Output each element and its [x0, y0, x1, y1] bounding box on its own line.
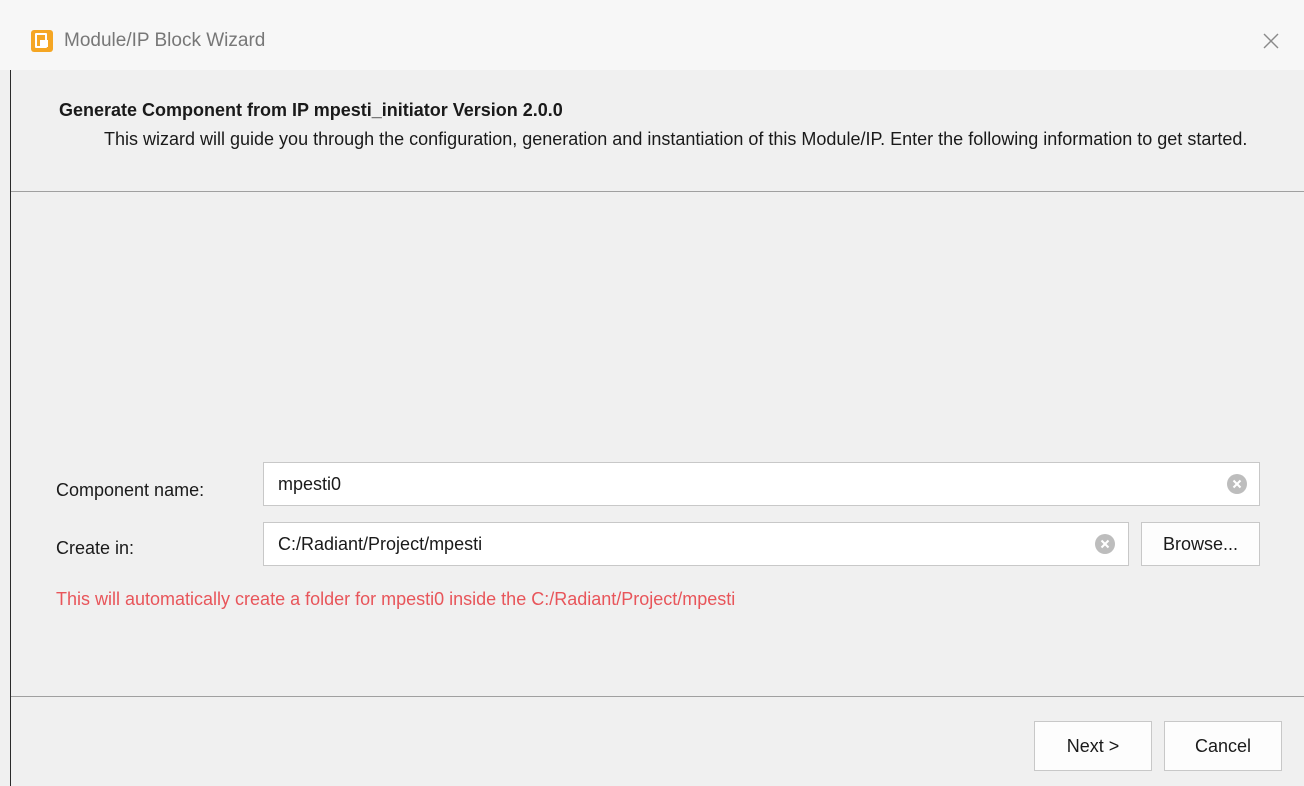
next-button[interactable]: Next >: [1034, 721, 1152, 771]
component-name-input[interactable]: [278, 463, 1208, 505]
close-icon[interactable]: [1256, 26, 1286, 56]
wizard-body: Component name: Create in: Browse... Th: [11, 192, 1304, 697]
create-in-field: [263, 522, 1129, 566]
cancel-button[interactable]: Cancel: [1164, 721, 1282, 771]
folder-info-message: This will automatically create a folder …: [56, 589, 736, 609]
wizard-footer: Next > Cancel: [11, 697, 1304, 786]
create-in-input[interactable]: [278, 523, 1078, 565]
radiant-logo-icon: [31, 30, 53, 52]
component-name-field: [263, 462, 1260, 506]
wizard-header-title: Generate Component from IP mpesti_initia…: [59, 100, 563, 120]
clear-create-in-icon[interactable]: [1095, 534, 1115, 554]
title-bar: Module/IP Block Wizard: [0, 0, 1304, 70]
browse-button[interactable]: Browse...: [1141, 522, 1260, 566]
component-name-label: Component name:: [56, 480, 205, 500]
wizard-header: Generate Component from IP mpesti_initia…: [11, 70, 1304, 192]
wizard-header-description: This wizard will guide you through the c…: [104, 129, 1248, 149]
clear-component-name-icon[interactable]: [1227, 474, 1247, 494]
create-in-label: Create in:: [56, 538, 135, 558]
module-ip-block-wizard-dialog: Module/IP Block Wizard Generate Componen…: [0, 0, 1304, 786]
window-title: Module/IP Block Wizard: [64, 30, 266, 51]
